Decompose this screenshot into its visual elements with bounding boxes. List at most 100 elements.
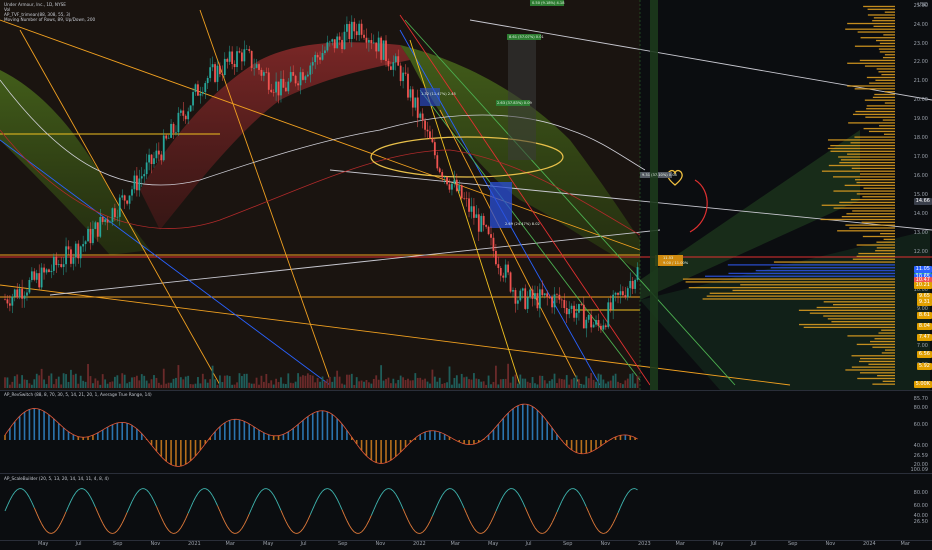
time-axis-label: May [263,541,274,547]
volume-bar [407,378,409,388]
time-axis-label: Sep [788,541,798,547]
candle-body [485,225,488,227]
ind1-bar [585,440,588,454]
candle-body [575,312,578,318]
candle-body [504,264,507,278]
ind2-axis-label: 60.00 [913,503,928,509]
candle-body [531,289,534,299]
candle-body [529,289,531,298]
ind1-bar [302,420,304,440]
profile-bar [881,73,895,76]
candle-body [280,78,282,96]
ind1-bar [18,416,21,440]
ind1-bar [360,440,363,451]
profile-bar [872,96,895,98]
price-tag: 8.04 [916,323,932,331]
volume-bar [463,377,466,388]
profile-bar [844,184,895,187]
candle-body [607,302,610,328]
volume-bar [624,380,627,388]
volume-bar [258,384,260,388]
price-tag: 5.92 [916,363,932,371]
ind1-bar [165,440,167,462]
ind1-bar [175,440,177,467]
volume-bar [38,375,41,388]
volume-bar [179,377,182,388]
volume-bar [416,377,419,388]
candle-body [604,325,607,328]
profile-bar [883,238,895,240]
candle-body [167,137,170,139]
volume-bar [534,383,536,388]
candle-body [512,290,514,292]
volume-profile-strip [650,0,658,390]
indicator2-title[interactable]: AP_ScaleBuilder (20, 5, 13, 20, 14, 14, … [4,476,109,481]
legend-indicator[interactable]: Moving Number of Rows, 89, Up/Down, 200 [4,17,95,22]
volume-bar [385,379,387,388]
profile-bar [876,241,895,243]
price-axis-label: 19.00 [913,116,928,123]
candle-body [377,37,380,52]
chart-legend[interactable]: Under Armour, Inc., 1D, NYSE Vol AP_TVF_… [4,2,95,22]
volume-bar [404,379,407,388]
candle-body [253,67,256,69]
ind1-bar [282,434,285,440]
volume-bar [368,382,370,388]
candle-body [370,40,373,44]
ind1-axis-label: 85.70 [913,396,928,402]
indicator1-title[interactable]: AP_RevSwitch (88, 8, 70, 30, 5, 14, 21, … [4,392,152,397]
box-label: 2.63 (37.83%) 0.09 [497,101,532,105]
profile-bar [770,267,895,269]
ind2-axis-label: 26.50 [913,519,928,525]
candle-body [302,72,304,80]
volume-bar [219,375,221,388]
volume-bar [414,373,417,388]
chart-svg[interactable] [0,0,932,550]
ind1-bar [311,413,314,440]
candle-body [84,241,87,245]
volume-bar [602,379,605,388]
candle-body [524,288,527,309]
candle-body [72,257,75,264]
candle-body [143,174,146,177]
ind1-bar [263,432,265,440]
price-axis-label: 12.00 [913,248,928,255]
profile-bar [882,56,895,59]
candle-body [634,279,637,289]
candle-body [189,105,192,112]
volume-bar [123,374,126,388]
candle-body [360,23,363,35]
profile-bar [847,153,895,155]
candle-body [399,65,402,82]
profile-bar [875,79,895,81]
candle-body [546,293,549,298]
ind1-bar [233,419,236,440]
volume-bar [453,377,456,388]
ind1-bar [336,418,338,440]
candle-body [519,290,522,301]
price-tag: 10.21 [913,282,932,290]
profile-bar [821,170,895,172]
profile-bar [878,332,895,334]
volume-bar [243,373,246,388]
volume-bar [138,380,141,388]
volume-bar [460,373,463,388]
candle-body [446,177,448,185]
candle-body [441,172,444,178]
candle-body [155,150,158,159]
time-axis-label: Mar [900,541,910,547]
volume-bar [619,383,622,388]
volume-bar [563,379,566,388]
candle-body [294,75,297,84]
ind1-bar [57,423,60,440]
volume-bar [13,376,16,388]
candle-body [135,175,138,191]
ind1-line [627,434,631,437]
volume-bar [248,382,251,388]
volume-bar [597,373,600,388]
volume-bar [519,374,522,388]
volume-bar [92,383,94,388]
volume-bar [546,383,549,388]
time-axis-label: Jul [300,541,307,547]
candle-body [21,288,23,299]
